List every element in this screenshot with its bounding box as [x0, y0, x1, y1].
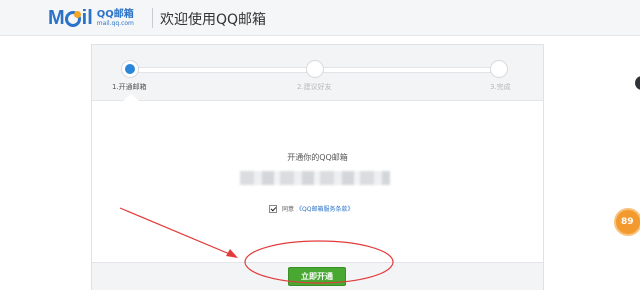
open-mailbox-heading: 开通你的QQ邮箱	[287, 153, 348, 162]
step-2-label: 2.建议好友	[297, 83, 332, 91]
terms-link[interactable]: 《QQ邮箱服务条款》	[296, 204, 353, 213]
header-divider	[152, 8, 153, 28]
terms-agreement: 同意 《QQ邮箱服务条款》	[269, 204, 353, 213]
qq-mail-logo[interactable]: M il QQ邮箱 mail.qq.com	[48, 6, 134, 30]
page-title: 欢迎使用QQ邮箱	[160, 12, 267, 28]
agree-label: 同意	[282, 206, 295, 213]
blurred-email-address	[240, 171, 390, 185]
logo-subtext: QQ邮箱 mail.qq.com	[96, 8, 134, 27]
active-step-pointer	[123, 94, 139, 101]
logo-cn-text: QQ邮箱	[96, 8, 134, 20]
panel-footer: 立即开通	[92, 262, 543, 290]
logo-letter-m: M	[48, 6, 65, 29]
logo-letters-il: il	[81, 6, 93, 29]
signup-panel: 1.开通邮箱 2.建议好友 3.完成 开通你的QQ邮箱 同意 《QQ邮箱服务条款…	[91, 44, 544, 290]
step-1-label: 1.开通邮箱	[112, 83, 147, 91]
side-badge[interactable]: 89	[614, 208, 640, 236]
step-3-label: 3.完成	[490, 83, 511, 91]
progress-steps: 1.开通邮箱 2.建议好友 3.完成	[92, 45, 543, 101]
logo-o-icon	[64, 11, 81, 27]
step-1-dot	[121, 60, 139, 78]
open-now-button[interactable]: 立即开通	[288, 267, 346, 286]
side-float-icon[interactable]	[635, 76, 640, 90]
agree-checkbox[interactable]	[269, 204, 277, 213]
top-header: M il QQ邮箱 mail.qq.com 欢迎使用QQ邮箱	[0, 0, 640, 36]
logo-url-text: mail.qq.com	[96, 19, 134, 27]
step-2-dot	[306, 60, 324, 78]
step-3-dot	[490, 60, 508, 78]
